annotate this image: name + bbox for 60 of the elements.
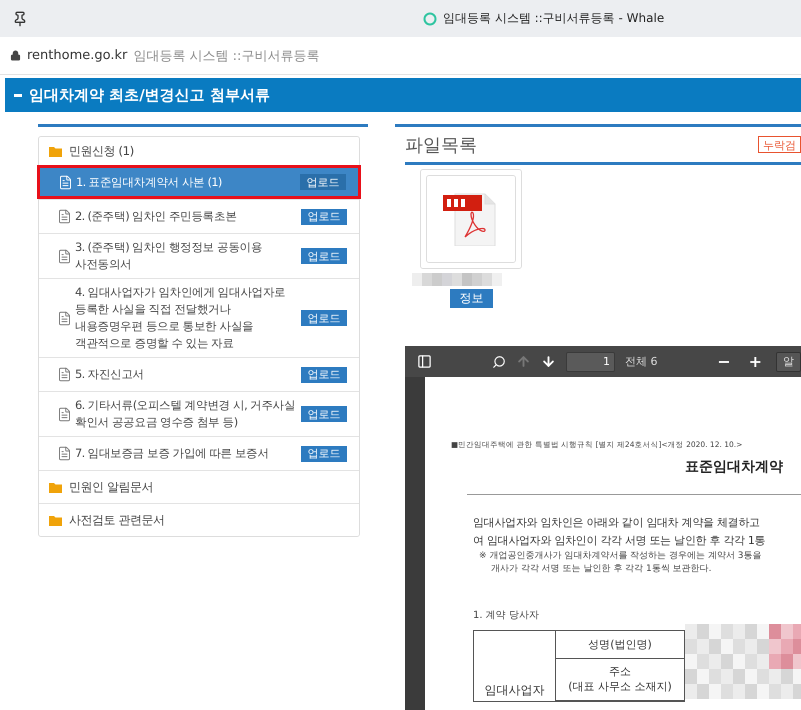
table-cell: 성명(법인명)	[556, 631, 684, 658]
page-number-field[interactable]: 1	[566, 352, 615, 372]
document-icon	[57, 367, 72, 382]
search-icon[interactable]	[492, 354, 506, 368]
document-label: 2. (준주택) 임차인 주민등록초본	[74, 208, 238, 225]
file-list-title: 파일목록	[405, 134, 477, 156]
intro-line: 임대사업자와 임차인은 아래와 같이 임대차 계약을 체결하고	[473, 515, 761, 531]
table-cell: 임대사업자	[474, 631, 556, 701]
folder-label: 민원신청 (1)	[69, 142, 134, 160]
upload-button[interactable]: 업로드	[301, 208, 347, 224]
url-host[interactable]: renthome.go.kr	[27, 48, 128, 63]
section-title: 임대차계약 최초/변경신고 첨부서류	[29, 86, 270, 104]
folder-icon	[49, 482, 62, 492]
folder-label: 사전검토 관련문서	[69, 512, 164, 528]
window-title: 임대등록 시스템 ::구비서류등록 - Whale	[443, 10, 664, 27]
document-label: 7. 임대보증금 보증 가입에 따른 보증서	[74, 445, 270, 462]
document-label: 4. 임대사업자가 임차인에게 임대사업자로 등록한 사실을 직접 전달했거나 내용증명우편 등으로 통보한 사실을 객관적으로 증명할 수 있는 자료	[74, 284, 287, 352]
folder-icon	[49, 146, 62, 156]
pin-icon[interactable]	[12, 10, 28, 26]
folder-item[interactable]: 민원신청 (1)	[39, 137, 359, 165]
upload-button[interactable]: 업로드	[301, 310, 347, 326]
upload-button[interactable]: 업로드	[301, 446, 347, 462]
upload-button[interactable]: 업로드	[301, 366, 347, 382]
note-line: 개사가 각각 서명 또는 날인한 후 각각 1통씩 보관한다.	[491, 563, 712, 576]
upload-button[interactable]: 업로드	[301, 406, 347, 422]
document-icon	[57, 248, 72, 264]
document-item[interactable]: 1. 표준임대차계약서 사본 (1) 업로드	[37, 165, 361, 199]
zoom-out-button[interactable]: −	[713, 352, 735, 371]
lock-icon	[10, 50, 21, 61]
note-line: ※ 개업공인중개사가 임대차계약서를 작성하는 경우에는 계약서 3통을	[479, 550, 762, 563]
document-icon	[57, 406, 72, 422]
document-icon	[58, 174, 73, 190]
folder-item[interactable]: 사전검토 관련문서	[39, 503, 359, 536]
zoom-select[interactable]: 알	[776, 352, 801, 372]
document-icon	[57, 310, 72, 326]
document-label: 6. 기타서류(오피스텔 계약변경 시, 거주사실 확인서 공공요금 영수증 첨부 등)	[74, 397, 296, 431]
document-label: 3. (준주택) 임차인 행정정보 공동이용 사전동의서	[74, 239, 264, 273]
document-icon	[57, 209, 72, 224]
sidebar-toggle-icon[interactable]	[417, 354, 432, 369]
file-card[interactable]	[420, 169, 522, 269]
review-button[interactable]: 누락검	[758, 136, 801, 153]
folder-icon	[49, 514, 62, 526]
info-button[interactable]: 정보	[450, 289, 493, 308]
page-title: 임대등록 시스템 ::구비서류등록	[133, 48, 320, 64]
minus-icon[interactable]	[14, 94, 22, 96]
arrow-down-icon[interactable]	[541, 354, 556, 369]
document-icon	[57, 446, 72, 461]
folder-label: 민원인 알림문서	[69, 478, 153, 496]
intro-line: 여 임대사업자와 임차인이 각각 서명 또는 날인한 후 각각 1통	[473, 533, 766, 549]
page-total: 전체 6	[625, 354, 658, 369]
circle-icon	[423, 12, 437, 26]
document-label: 5. 자진신고서	[74, 366, 146, 383]
section-heading: 1. 계약 당사자	[473, 609, 540, 622]
upload-button[interactable]: 업로드	[300, 174, 346, 190]
upload-button[interactable]: 업로드	[301, 248, 347, 264]
folder-item[interactable]: 민원인 알림문서	[39, 470, 359, 503]
document-label: 1. 표준임대차계약서 사본 (1)	[75, 174, 223, 190]
table-cell: 주소 (대표 사무소 소재지)	[556, 658, 684, 701]
zoom-in-button[interactable]: +	[744, 352, 766, 371]
document-title: 표준임대차계약	[685, 458, 784, 476]
